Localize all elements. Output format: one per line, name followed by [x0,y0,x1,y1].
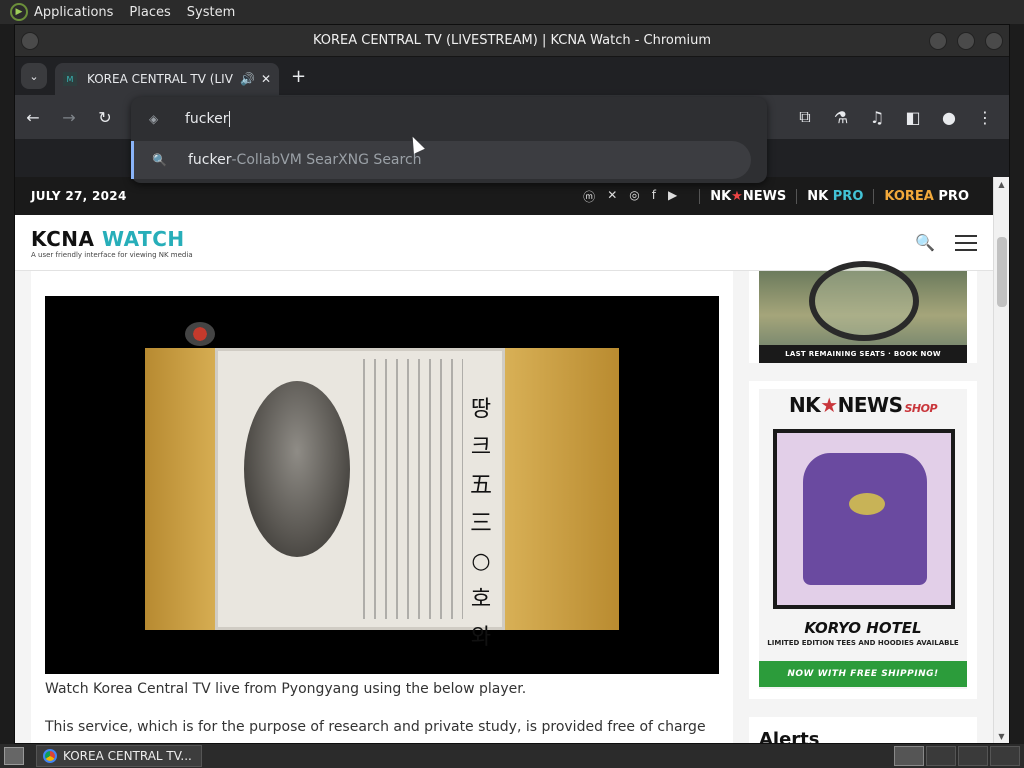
tshirt-image [773,429,955,609]
shop-ad[interactable]: NK★NEWS SHOP KORYO HOTEL LIMITED EDITION … [749,381,977,699]
tab-title: KOREA CENTRAL TV (LIVESTREAM) | KCNA Wat… [87,72,234,86]
logo-tagline: A user friendly interface for viewing NK… [31,250,193,259]
video-korean-text: 땅 크 五 三 ○ 호 와 [469,397,492,650]
nk-news-shop-logo: NK★NEWS SHOP [788,393,938,417]
omnibox-popup: ◈ fucker 🔍 fucker - CollabVM SearXNG Sea… [131,97,767,183]
menu-places[interactable]: Places [129,5,170,20]
workspace-1[interactable] [894,746,924,766]
workspace-4[interactable] [990,746,1020,766]
shop-ad-title: KORYO HOTEL [804,619,922,637]
side-panel-button[interactable]: ◧ [895,99,931,135]
window-menu-button[interactable] [21,32,39,50]
star-icon: ★ [820,393,838,417]
scroll-down-icon[interactable]: ▼ [994,729,1009,743]
window-titlebar[interactable]: KOREA CENTRAL TV (LIVESTREAM) | KCNA Wat… [15,25,1009,57]
kctv-logo-icon [185,322,215,346]
arrow-right-icon: → [62,107,76,127]
suggestion-engine: CollabVM SearXNG Search [236,152,422,168]
suggestion-query: fucker [188,152,232,168]
tab-strip: ⌄ M KOREA CENTRAL TV (LIVESTREAM) | KCNA… [15,57,1009,95]
instagram-icon[interactable]: ◎ [629,188,639,205]
scroll-up-icon[interactable]: ▲ [994,177,1009,191]
gnome-foot-icon[interactable]: ▶ [10,3,28,21]
flask-icon: ⚗ [833,107,849,127]
intro-text-2: This service, which is for the purpose o… [45,719,706,735]
menu-button[interactable]: ⋮ [967,99,1003,135]
network-brands: NK★NEWS NK PRO KOREA PRO [699,188,979,204]
kcna-favicon-icon: M [63,72,77,86]
nk-news-link[interactable]: NK★NEWS [699,188,796,204]
shop-ad-subtitle: LIMITED EDITION TEES AND HOODIES AVAILAB… [767,639,959,647]
alerts-heading: Alerts [749,717,977,743]
site-search-icon[interactable]: 🔍 [915,233,935,252]
browser-window: KOREA CENTRAL TV (LIVESTREAM) | KCNA Wat… [14,24,1010,744]
workspace-2[interactable] [926,746,956,766]
video-frame: 땅 크 五 三 ○ 호 와 [145,348,619,650]
window-title: KOREA CENTRAL TV (LIVESTREAM) | KCNA Wat… [312,33,712,48]
maximize-button[interactable] [957,32,975,50]
close-window-button[interactable] [985,32,1003,50]
forward-button[interactable]: → [51,99,87,135]
scroll-thumb[interactable] [997,237,1007,307]
media-queue-icon: ♫ [869,107,885,127]
search-engine-icon: ◈ [149,112,159,126]
labs-button[interactable]: ⚗ [823,99,859,135]
workspace-3[interactable] [958,746,988,766]
taskbar-chromium-window[interactable]: KOREA CENTRAL TV... [36,745,202,767]
hamburger-menu-icon[interactable] [955,234,977,251]
text-caret [229,111,231,127]
omnibox-suggestion[interactable]: 🔍 fucker - CollabVM SearXNG Search [131,141,751,179]
sidebar: LAST REMAINING SEATS · BOOK NOW NK★NEWS S… [749,261,977,743]
address-bar[interactable]: ◈ fucker [131,97,767,141]
portrait-photo [244,381,350,557]
nk-pro-link[interactable]: NK PRO [796,188,873,204]
web-page: JULY 27, 2024 ⓜ ✕ ◎ f ▶ NK★NEWS NK PRO K… [15,177,993,743]
intro-text: Watch Korea Central TV live from Pyongya… [45,681,527,697]
mastodon-icon[interactable]: ⓜ [583,188,595,205]
close-tab-icon[interactable]: ✕ [261,72,271,86]
facebook-icon[interactable]: f [652,188,656,205]
korea-pro-link[interactable]: KOREA PRO [873,188,979,204]
tour-ad-image [759,261,967,345]
kcna-watch-logo[interactable]: KCNA WATCH A user friendly interface for… [31,227,193,259]
side-panel-icon: ◧ [905,107,921,127]
star-icon: ★ [731,188,743,204]
chromium-icon [43,749,57,763]
address-input[interactable]: fucker [185,111,228,127]
taskbar-window-label: KOREA CENTRAL TV... [63,749,192,763]
chevron-down-icon: ⌄ [29,69,39,83]
reload-button[interactable]: ↻ [87,99,123,135]
person-icon: ● [942,107,956,127]
page-scrollbar[interactable]: ▲ ▼ [993,177,1009,743]
youtube-icon[interactable]: ▶ [668,188,677,205]
menu-system[interactable]: System [187,5,235,20]
video-player[interactable]: 땅 크 五 三 ○ 호 와 [45,296,719,674]
new-tab-button[interactable]: + [291,66,306,87]
profile-button[interactable]: ● [931,99,967,135]
broadcast-document-image: 땅 크 五 三 ○ 호 와 [215,348,505,650]
search-icon: 🔍 [152,153,167,167]
tour-ad-caption: LAST REMAINING SEATS · BOOK NOW [759,345,967,363]
arrow-left-icon: ← [26,107,40,127]
extensions-button[interactable]: ⧉ [787,99,823,135]
back-button[interactable]: ← [15,99,51,135]
main-content: 땅 크 五 三 ○ 호 와 Watch Korea Central TV liv… [31,271,733,743]
media-control-button[interactable]: ♫ [859,99,895,135]
bottom-taskbar: KOREA CENTRAL TV... [0,744,1024,768]
speaker-icon[interactable]: 🔊 [240,72,255,86]
top-panel: ▶ Applications Places System [0,0,1024,24]
social-links: ⓜ ✕ ◎ f ▶ [583,188,677,205]
menu-applications[interactable]: Applications [34,5,113,20]
reload-icon: ↻ [98,107,112,127]
shop-ad-cta[interactable]: NOW WITH FREE SHIPPING! [759,661,967,687]
minimize-button[interactable] [929,32,947,50]
puzzle-icon: ⧉ [799,107,811,126]
tab-active[interactable]: M KOREA CENTRAL TV (LIVESTREAM) | KCNA W… [55,63,279,95]
header-date: JULY 27, 2024 [31,189,127,203]
show-desktop-button[interactable] [4,747,24,765]
x-icon[interactable]: ✕ [607,188,617,205]
tab-search-button[interactable]: ⌄ [21,63,47,89]
tour-ad[interactable]: LAST REMAINING SEATS · BOOK NOW [749,261,977,363]
kebab-menu-icon: ⋮ [977,107,993,127]
